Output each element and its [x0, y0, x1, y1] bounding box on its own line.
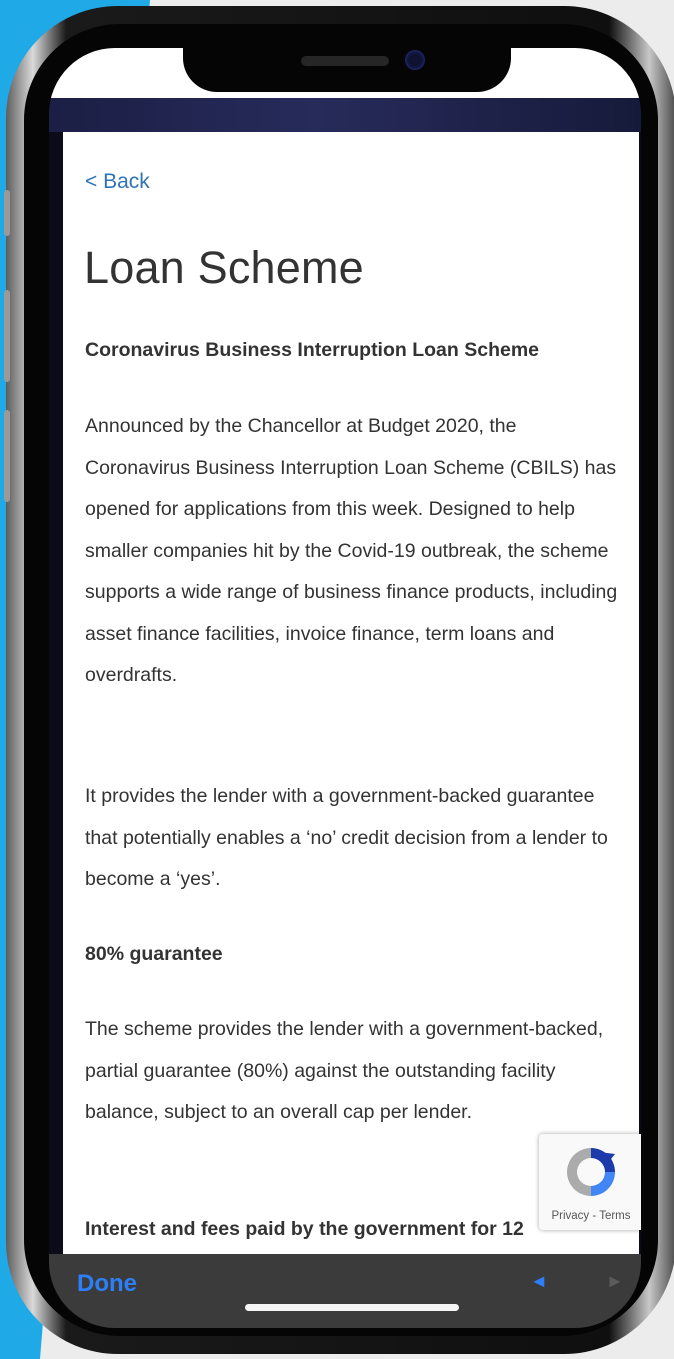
back-link[interactable]: < Back: [85, 170, 150, 194]
previous-arrow-icon[interactable]: ◄: [530, 1271, 548, 1292]
volume-down-button: [4, 410, 10, 502]
paragraph-announcement: Announced by the Chancellor at Budget 20…: [85, 415, 618, 686]
front-camera-icon: [405, 50, 425, 70]
recaptcha-privacy-terms[interactable]: Privacy - Terms: [539, 1210, 641, 1222]
section-heading-cbils: Coronavirus Business Interruption Loan S…: [85, 339, 540, 361]
paragraph-guarantee-details: The scheme provides the lender with a go…: [85, 1018, 604, 1123]
notch: [183, 48, 511, 92]
recaptcha-icon: [567, 1148, 615, 1196]
volume-up-button: [4, 290, 10, 382]
content-page: < Back Loan Scheme Coronavirus Business …: [63, 132, 639, 1254]
speaker-grille: [301, 56, 389, 66]
home-indicator[interactable]: [245, 1304, 459, 1311]
bottom-toolbar: Done ◄ ►: [49, 1254, 641, 1328]
page-title: Loan Scheme: [84, 242, 364, 293]
section-heading-80-percent: 80% guarantee: [85, 943, 223, 965]
paragraph-guarantee-intro: It provides the lender with a government…: [85, 785, 608, 890]
mute-switch: [4, 190, 10, 236]
done-button[interactable]: Done: [77, 1270, 137, 1298]
phone-screen: < Back Loan Scheme Coronavirus Business …: [49, 48, 641, 1328]
next-arrow-icon[interactable]: ►: [606, 1271, 624, 1292]
recaptcha-badge[interactable]: Privacy - Terms: [539, 1134, 641, 1230]
